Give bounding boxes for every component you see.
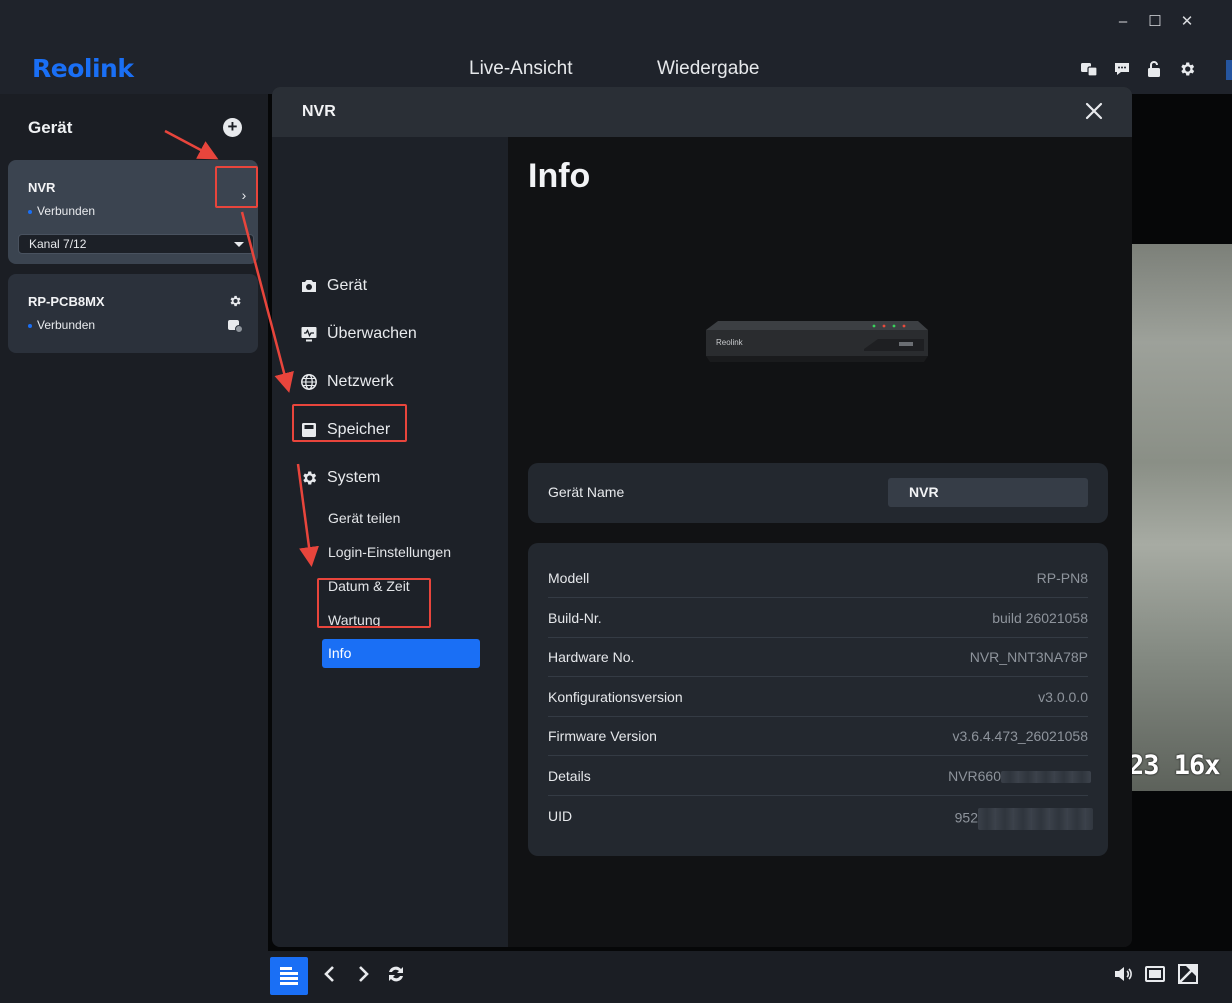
nav-item-network[interactable]: Netzwerk [300, 370, 394, 394]
bottom-toolbar [268, 951, 1232, 1003]
maximize-button[interactable]: ☐ [1145, 12, 1165, 32]
camera-icon [302, 280, 316, 292]
info-row-build: Build-Nr. build 26021058 [548, 598, 1088, 638]
chevron-left-icon[interactable] [319, 963, 341, 985]
info-value: RP-PN8 [1036, 570, 1088, 586]
sidebar-title: Gerät [28, 118, 73, 137]
device-name-label: Gerät Name [548, 484, 625, 500]
camera-offline-icon[interactable] [227, 319, 243, 333]
nav-item-storage[interactable]: Speicher [300, 418, 390, 442]
info-row-model: Modell RP-PN8 [548, 558, 1088, 598]
osd-overlay-text: 23 16x [1132, 750, 1221, 781]
minimize-button[interactable]: – [1113, 12, 1133, 32]
info-label: Firmware Version [548, 728, 657, 744]
device-sidebar: Gerät + NVR Verbunden › Kanal 7/12 RP-PC… [0, 94, 268, 951]
redacted-block [978, 808, 1093, 830]
info-label: Hardware No. [548, 649, 635, 665]
device-name-panel: Gerät Name NVR [528, 463, 1108, 523]
settings-nav: Gerät Überwachen Netzwerk Speicher Syste… [272, 137, 508, 947]
translate-icon[interactable] [1080, 60, 1098, 78]
refresh-icon[interactable] [385, 963, 407, 985]
nav-item-system[interactable]: System [300, 466, 380, 490]
modal-header: NVR [272, 87, 1132, 137]
info-value: build 26021058 [992, 610, 1088, 626]
info-label: UID [548, 808, 573, 824]
device-details-chevron-icon[interactable]: › [224, 176, 264, 215]
info-row-firmware: Firmware Version v3.6.4.473_26021058 [548, 716, 1088, 756]
unlock-icon[interactable] [1145, 60, 1163, 78]
caret-down-icon [234, 242, 244, 247]
add-device-button[interactable]: + [223, 118, 242, 137]
info-row-config-version: Konfigurationsversion v3.0.0.0 [548, 677, 1088, 717]
info-value: 952 [955, 808, 1093, 830]
nvr-device-image: Reolink [706, 321, 928, 362]
edge-indicator [1226, 60, 1232, 80]
info-label: Modell [548, 570, 590, 586]
subnav-share-device[interactable]: Gerät teilen [328, 510, 400, 526]
close-window-button[interactable]: ✕ [1177, 12, 1197, 32]
info-value: NVR_NNT3NA78P [969, 649, 1088, 665]
subnav-maintenance[interactable]: Wartung [328, 612, 380, 628]
info-label: Details [548, 768, 591, 784]
volume-icon[interactable] [1112, 963, 1134, 985]
device-settings-modal: NVR Gerät Überwachen Netzwerk Speicher S… [272, 87, 1132, 947]
reolink-logo: Reolink [32, 54, 134, 83]
device-name: NVR [28, 180, 56, 195]
chevron-right-icon[interactable] [352, 963, 374, 985]
device-info-panel: Modell RP-PN8 Build-Nr. build 26021058 H… [528, 543, 1108, 856]
redacted-block [1001, 771, 1091, 784]
device-settings-gear-icon[interactable] [228, 294, 242, 308]
nvr-brand-label: Reolink [716, 338, 744, 347]
status-dot [28, 323, 32, 328]
info-label: Konfigurationsversion [548, 689, 683, 705]
close-icon[interactable] [1082, 99, 1106, 123]
info-row-details: Details NVR660 [548, 756, 1091, 796]
storage-icon [302, 423, 316, 437]
modal-title: NVR [302, 103, 336, 120]
tab-playback[interactable]: Wiedergabe [657, 58, 759, 80]
info-value: NVR660 [948, 768, 1091, 784]
subnav-login-settings[interactable]: Login-Einstellungen [328, 544, 451, 560]
device-status: Verbunden [28, 318, 95, 332]
info-row-hardware: Hardware No. NVR_NNT3NA78P [548, 637, 1088, 677]
screen-mode-icon[interactable] [1144, 963, 1166, 985]
subnav-info[interactable]: Info [322, 639, 480, 668]
layout-toggle-button[interactable] [270, 957, 308, 995]
page-title: Info [528, 157, 591, 195]
info-value: v3.6.4.473_26021058 [952, 728, 1088, 744]
info-content: Info Reolink Gerät Name NVR Modell RP-PN… [508, 137, 1132, 947]
device-name-field[interactable]: NVR [888, 478, 1088, 507]
camera-feed[interactable]: 23 16x [1132, 244, 1232, 791]
nav-item-monitor[interactable]: Überwachen [300, 322, 417, 346]
subnav-date-time[interactable]: Datum & Zeit [328, 578, 410, 594]
device-name: RP-PCB8MX [28, 294, 105, 309]
fullscreen-icon[interactable] [1177, 963, 1199, 985]
message-icon[interactable] [1113, 60, 1131, 78]
tab-live-view[interactable]: Live-Ansicht [469, 58, 573, 89]
nav-item-device[interactable]: Gerät [300, 274, 367, 298]
monitor-icon [301, 327, 317, 342]
info-row-uid: UID 952 [548, 796, 1093, 836]
device-card-nvr[interactable]: NVR Verbunden › Kanal 7/12 [8, 160, 258, 264]
globe-icon [301, 374, 317, 390]
list-layout-icon [280, 967, 298, 985]
info-label: Build-Nr. [548, 610, 602, 626]
gear-icon [303, 471, 317, 485]
channel-select[interactable]: Kanal 7/12 [18, 234, 254, 254]
status-dot [28, 209, 32, 214]
device-status: Verbunden [28, 204, 95, 218]
device-card-rp-pcb8mx[interactable]: RP-PCB8MX Verbunden [8, 274, 258, 353]
title-bar: Reolink – ☐ ✕ Live-Ansicht Wiedergabe [0, 0, 1232, 94]
settings-gear-icon[interactable] [1178, 60, 1196, 78]
info-value: v3.0.0.0 [1038, 689, 1088, 705]
